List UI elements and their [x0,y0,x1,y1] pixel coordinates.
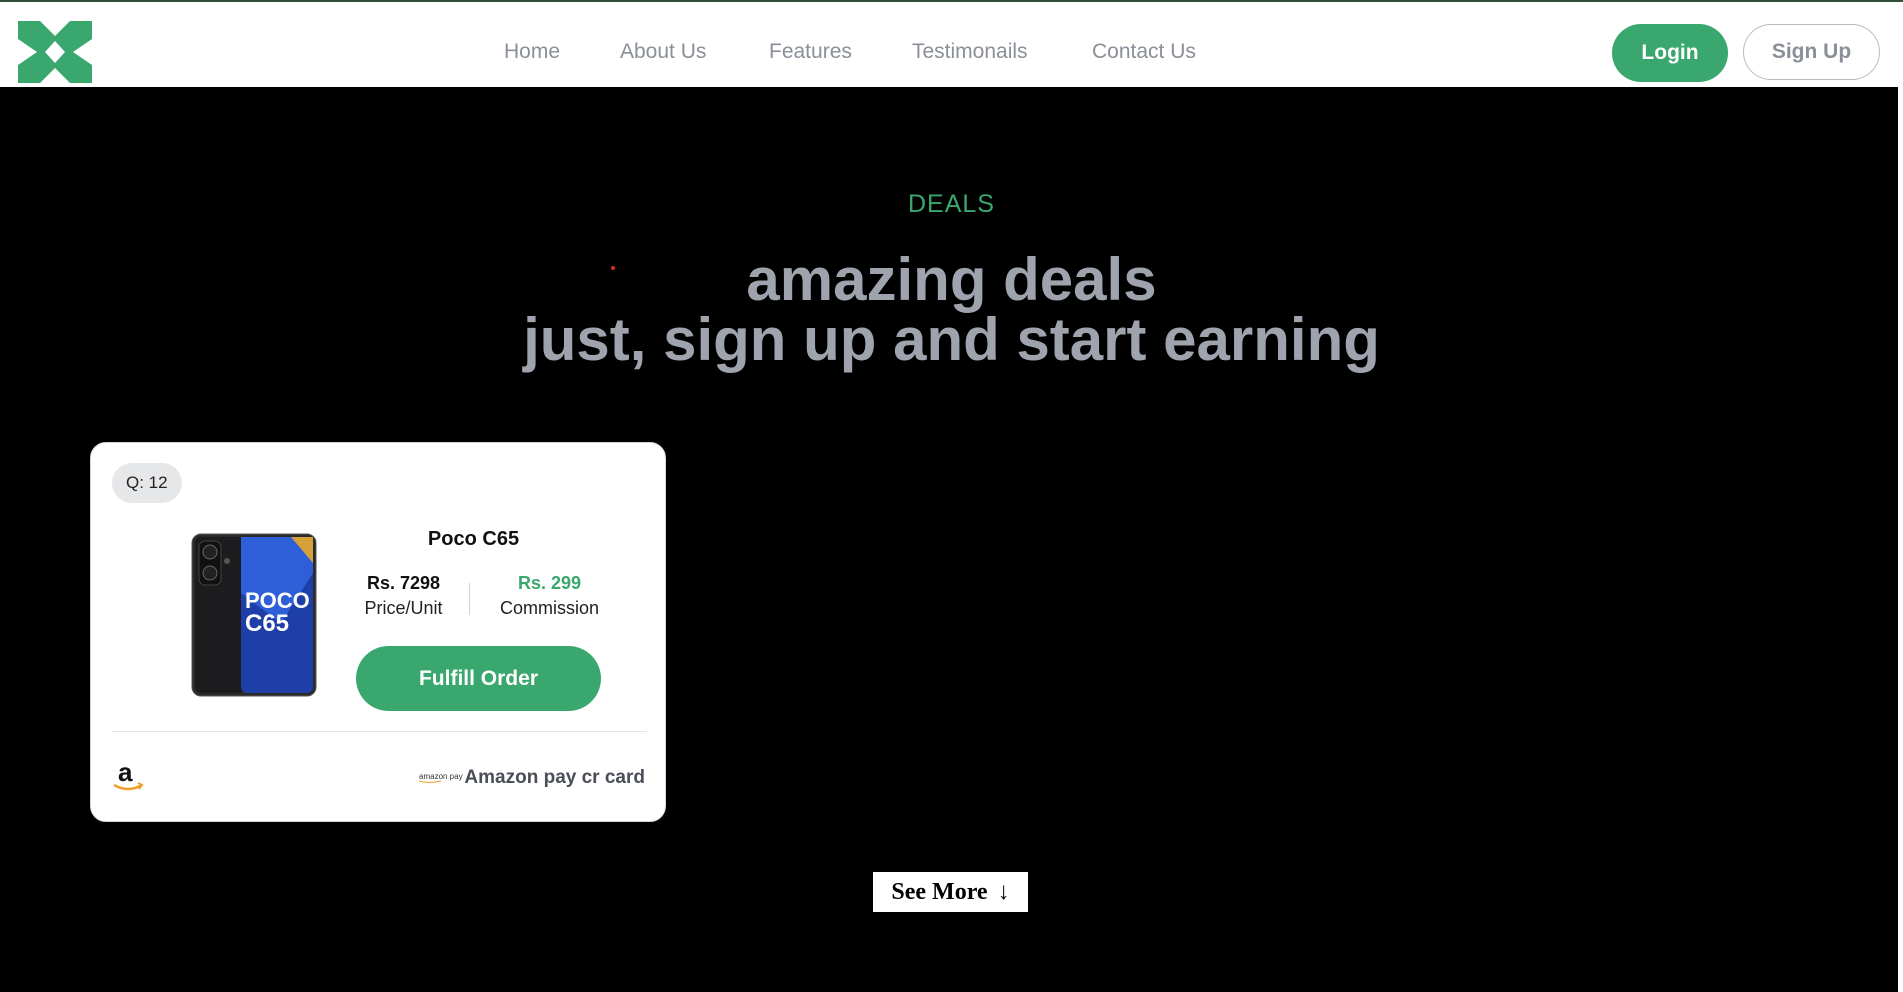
headline-line-2: just, sign up and start earning [523,306,1380,373]
nav-testimonials-link[interactable]: Testimonails [912,40,1028,64]
page-edge-strip [1898,87,1903,992]
nav-contact-us-link[interactable]: Contact Us [1092,40,1196,64]
navbar: Home About Us Features Testimonails Cont… [0,2,1903,87]
svg-text:a: a [118,759,133,787]
fulfill-order-button[interactable]: Fulfill Order [356,646,601,711]
product-image-model: C65 [245,610,289,637]
product-image: POCO C65 [191,533,317,697]
amazon-pay-icon: amazon pay [419,772,463,783]
payment-method-label: Amazon pay cr card [464,767,645,788]
login-button[interactable]: Login [1612,24,1728,82]
commission-label: Commission [499,598,600,618]
headline-line-1: amazing deals [746,246,1157,313]
see-more-label: See More [891,878,988,905]
price-label: Price/Unit [364,598,443,618]
commission-value: Rs. 299 [517,573,582,593]
signup-button[interactable]: Sign Up [1743,24,1880,80]
nav-about-us-link[interactable]: About Us [620,40,706,64]
deal-card: Q: 12 POCO C65 Poco C65 Rs. 7298 Price/U… [90,442,666,822]
nav-home-link[interactable]: Home [504,40,560,64]
see-more-button[interactable]: See More ↓ [873,872,1028,912]
price-divider [469,583,470,615]
section-headline: amazing deals just, sign up and start ea… [0,250,1903,370]
nav-features-link[interactable]: Features [769,40,852,64]
price-value: Rs. 7298 [366,573,441,593]
payment-icon-text: amazon pay [419,772,463,781]
price-block: Rs. 7298 Price/Unit [336,573,471,619]
product-name: Poco C65 [427,528,520,550]
commission-block: Rs. 299 Commission [482,573,617,619]
card-divider [112,731,647,732]
section-eyebrow: DEALS [908,190,995,218]
amazon-logo-icon: a [113,759,144,791]
arrow-down-icon: ↓ [997,878,1010,905]
quantity-badge: Q: 12 [112,463,182,503]
